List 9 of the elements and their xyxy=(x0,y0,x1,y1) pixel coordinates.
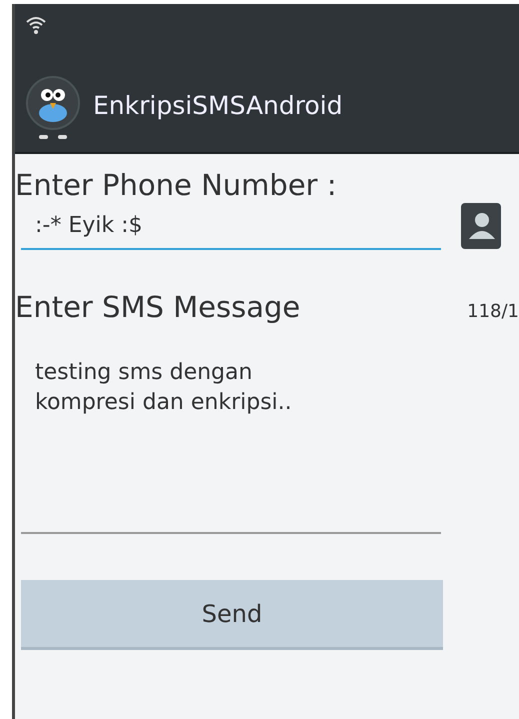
message-input-field[interactable]: testing sms dengan kompresi dan enkripsi.. xyxy=(21,334,441,534)
phone-input-field[interactable]: :-* Eyik :$ xyxy=(21,202,441,250)
app-title: EnkripsiSMSAndroid xyxy=(93,90,343,120)
wifi-icon xyxy=(25,14,47,36)
send-button[interactable]: Send xyxy=(21,580,443,650)
message-label: Enter SMS Message xyxy=(15,290,300,324)
contact-icon[interactable] xyxy=(461,203,501,249)
phone-label: Enter Phone Number : xyxy=(15,167,338,202)
character-counter: 118/1 xyxy=(467,301,519,322)
